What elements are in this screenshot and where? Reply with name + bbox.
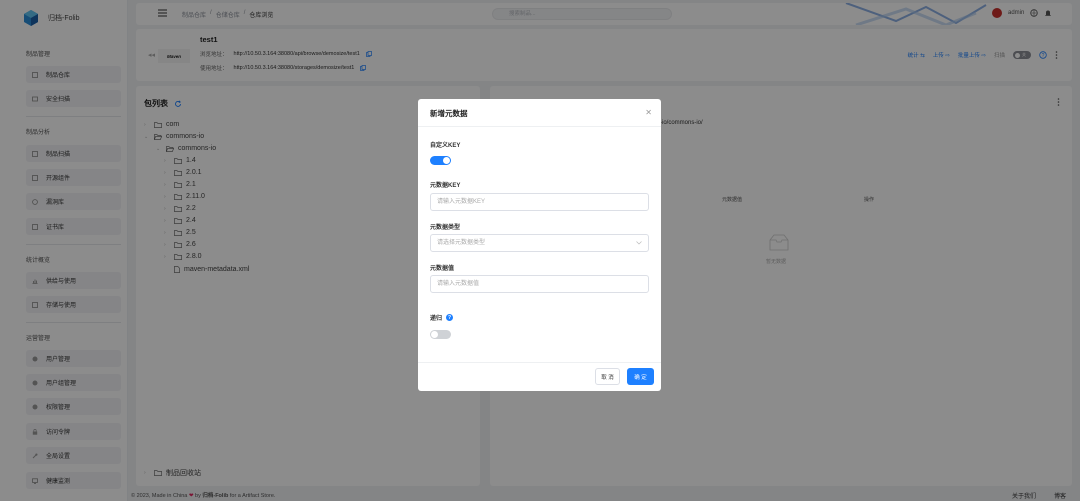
metadata-key-input[interactable]: 请输入元数据KEY — [430, 193, 649, 211]
chevron-down-icon — [636, 241, 642, 245]
add-metadata-dialog: 新增元数据 ✕ 自定义KEY 元数据KEY 请输入元数据KEY 元数据类型 请选… — [418, 99, 661, 391]
toggle-knob — [431, 331, 438, 338]
metadata-key-label: 元数据KEY — [430, 183, 461, 189]
help-icon[interactable]: ? — [446, 314, 454, 321]
recursive-label-row: 递归 ? — [430, 313, 454, 322]
divider — [418, 362, 661, 363]
close-icon[interactable]: ✕ — [645, 108, 652, 117]
custom-key-toggle[interactable] — [430, 156, 451, 165]
metadata-type-label: 元数据类型 — [430, 225, 461, 231]
metadata-type-select[interactable]: 请选择元数据类型 — [430, 234, 649, 252]
custom-key-label: 自定义KEY — [430, 143, 461, 149]
dialog-title: 新增元数据 — [430, 109, 468, 118]
toggle-knob — [443, 157, 450, 164]
divider — [418, 126, 661, 127]
cancel-button[interactable]: 取 消 — [595, 368, 620, 385]
metadata-value-input[interactable]: 请输入元数据值 — [430, 275, 649, 293]
confirm-button[interactable]: 确 定 — [627, 368, 654, 385]
recursive-toggle[interactable] — [430, 330, 451, 339]
recursive-label: 递归 — [430, 316, 443, 322]
metadata-value-label: 元数据值 — [430, 266, 455, 272]
metadata-type-placeholder: 请选择元数据类型 — [437, 240, 486, 246]
